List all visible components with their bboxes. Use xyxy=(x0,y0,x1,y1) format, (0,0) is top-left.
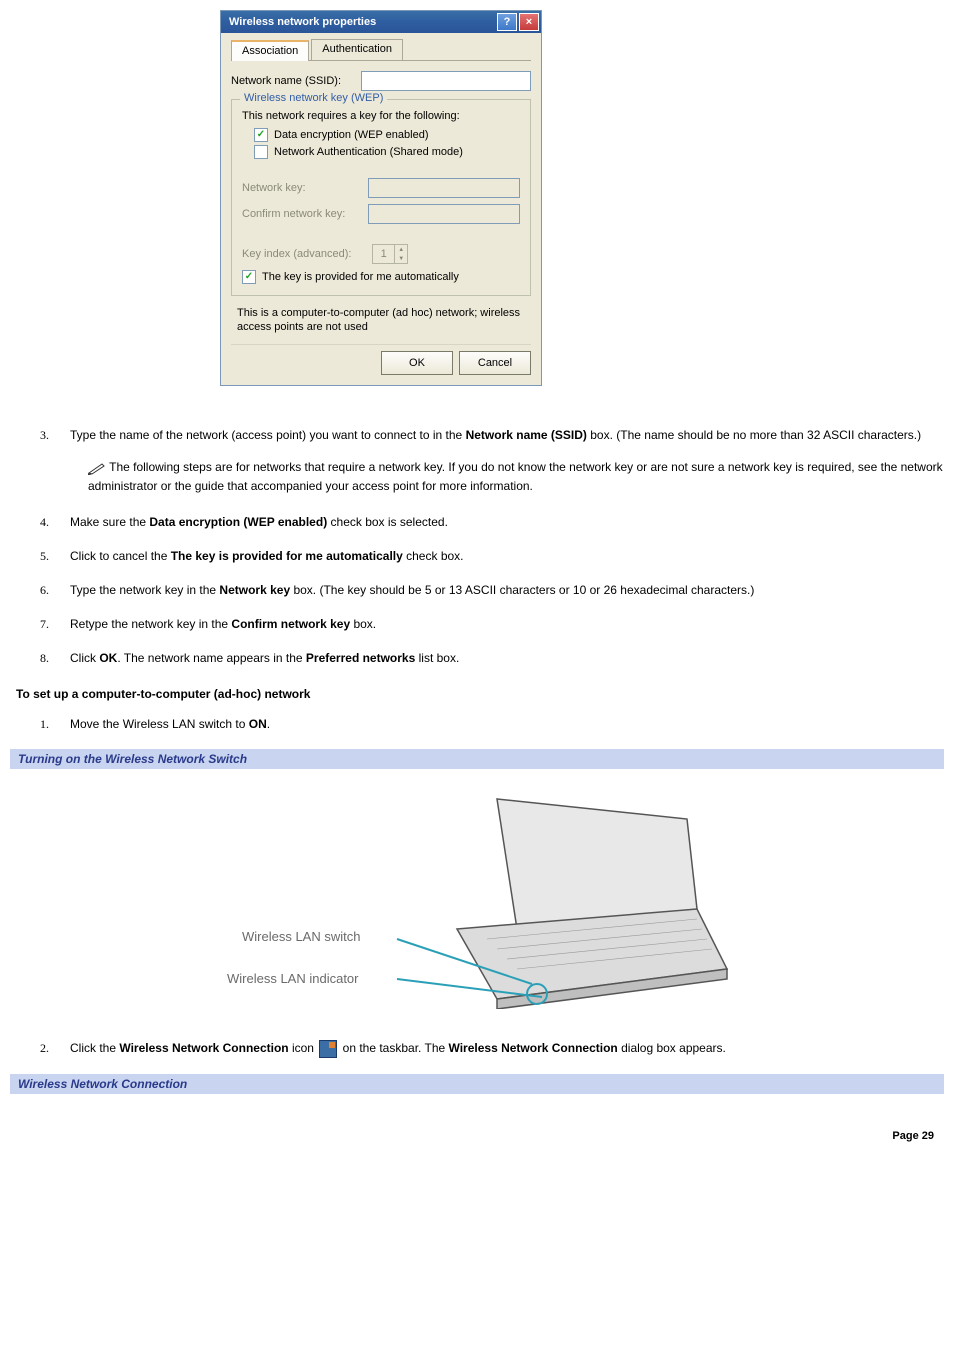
key-index-spinner[interactable]: 1 ▲▼ xyxy=(372,244,408,264)
checkbox-network-auth[interactable] xyxy=(254,145,268,159)
checkbox-adhoc-label: This is a computer-to-computer (ad hoc) … xyxy=(237,306,531,334)
laptop-illustration: Wireless LAN switch Wireless LAN indicat… xyxy=(197,779,757,1009)
step-b2: Click the Wireless Network Connection ic… xyxy=(52,1039,944,1058)
step-8: Click OK. The network name appears in th… xyxy=(52,649,944,667)
checkbox-data-encryption[interactable]: ✓ xyxy=(254,128,268,142)
step-6: Type the network key in the Network key … xyxy=(52,581,944,599)
illu-indicator-label: Wireless LAN indicator xyxy=(227,971,359,986)
page-footer: Page 29 xyxy=(10,1100,944,1142)
ssid-label: Network name (SSID): xyxy=(231,75,361,87)
step-3: Type the name of the network (access poi… xyxy=(52,426,944,495)
illustration-wrap: Wireless LAN switch Wireless LAN indicat… xyxy=(10,779,944,1009)
note-block: The following steps are for networks tha… xyxy=(88,458,944,495)
key-index-label: Key index (advanced): xyxy=(242,248,372,260)
wep-group-legend: Wireless network key (WEP) xyxy=(240,92,387,104)
confirm-key-input[interactable] xyxy=(368,204,520,224)
dialog-title: Wireless network properties xyxy=(229,16,495,28)
caption-wireless-connection: Wireless Network Connection xyxy=(10,1074,944,1094)
wireless-connection-icon xyxy=(319,1040,337,1058)
ok-button[interactable]: OK xyxy=(381,351,453,375)
steps-list-b2: Click the Wireless Network Connection ic… xyxy=(10,1039,944,1058)
network-key-label: Network key: xyxy=(242,182,368,194)
close-button[interactable]: × xyxy=(519,13,539,31)
dialog-screenshot: Wireless network properties ? × Associat… xyxy=(10,10,954,386)
step-7: Retype the network key in the Confirm ne… xyxy=(52,615,944,633)
key-index-value: 1 xyxy=(373,245,395,263)
steps-list-b1: Move the Wireless LAN switch to ON. xyxy=(10,715,944,733)
help-button[interactable]: ? xyxy=(497,13,517,31)
checkbox-auto-key[interactable]: ✓ xyxy=(242,270,256,284)
wep-group-text: This network requires a key for the foll… xyxy=(242,110,520,122)
network-key-input[interactable] xyxy=(368,178,520,198)
step-4: Make sure the Data encryption (WEP enabl… xyxy=(52,513,944,531)
step-b1: Move the Wireless LAN switch to ON. xyxy=(52,715,944,733)
dialog-tabs: Association Authentication xyxy=(231,39,531,61)
ssid-input[interactable] xyxy=(361,71,531,91)
steps-list-a: Type the name of the network (access poi… xyxy=(10,426,944,667)
cancel-button[interactable]: Cancel xyxy=(459,351,531,375)
caption-turning-on: Turning on the Wireless Network Switch xyxy=(10,749,944,769)
checkbox-auto-key-label: The key is provided for me automatically xyxy=(262,271,459,283)
step-5: Click to cancel the The key is provided … xyxy=(52,547,944,565)
adhoc-heading: To set up a computer-to-computer (ad-hoc… xyxy=(16,687,944,701)
checkbox-data-encryption-label: Data encryption (WEP enabled) xyxy=(274,129,429,141)
tab-association[interactable]: Association xyxy=(231,40,309,61)
tab-authentication[interactable]: Authentication xyxy=(311,39,403,60)
confirm-key-label: Confirm network key: xyxy=(242,208,368,220)
note-icon xyxy=(88,461,106,475)
wep-groupbox: Wireless network key (WEP) This network … xyxy=(231,99,531,296)
dialog-titlebar: Wireless network properties ? × xyxy=(221,11,541,33)
illu-switch-label: Wireless LAN switch xyxy=(242,929,360,944)
checkbox-network-auth-label: Network Authentication (Shared mode) xyxy=(274,146,463,158)
note-text: The following steps are for networks tha… xyxy=(88,460,943,493)
